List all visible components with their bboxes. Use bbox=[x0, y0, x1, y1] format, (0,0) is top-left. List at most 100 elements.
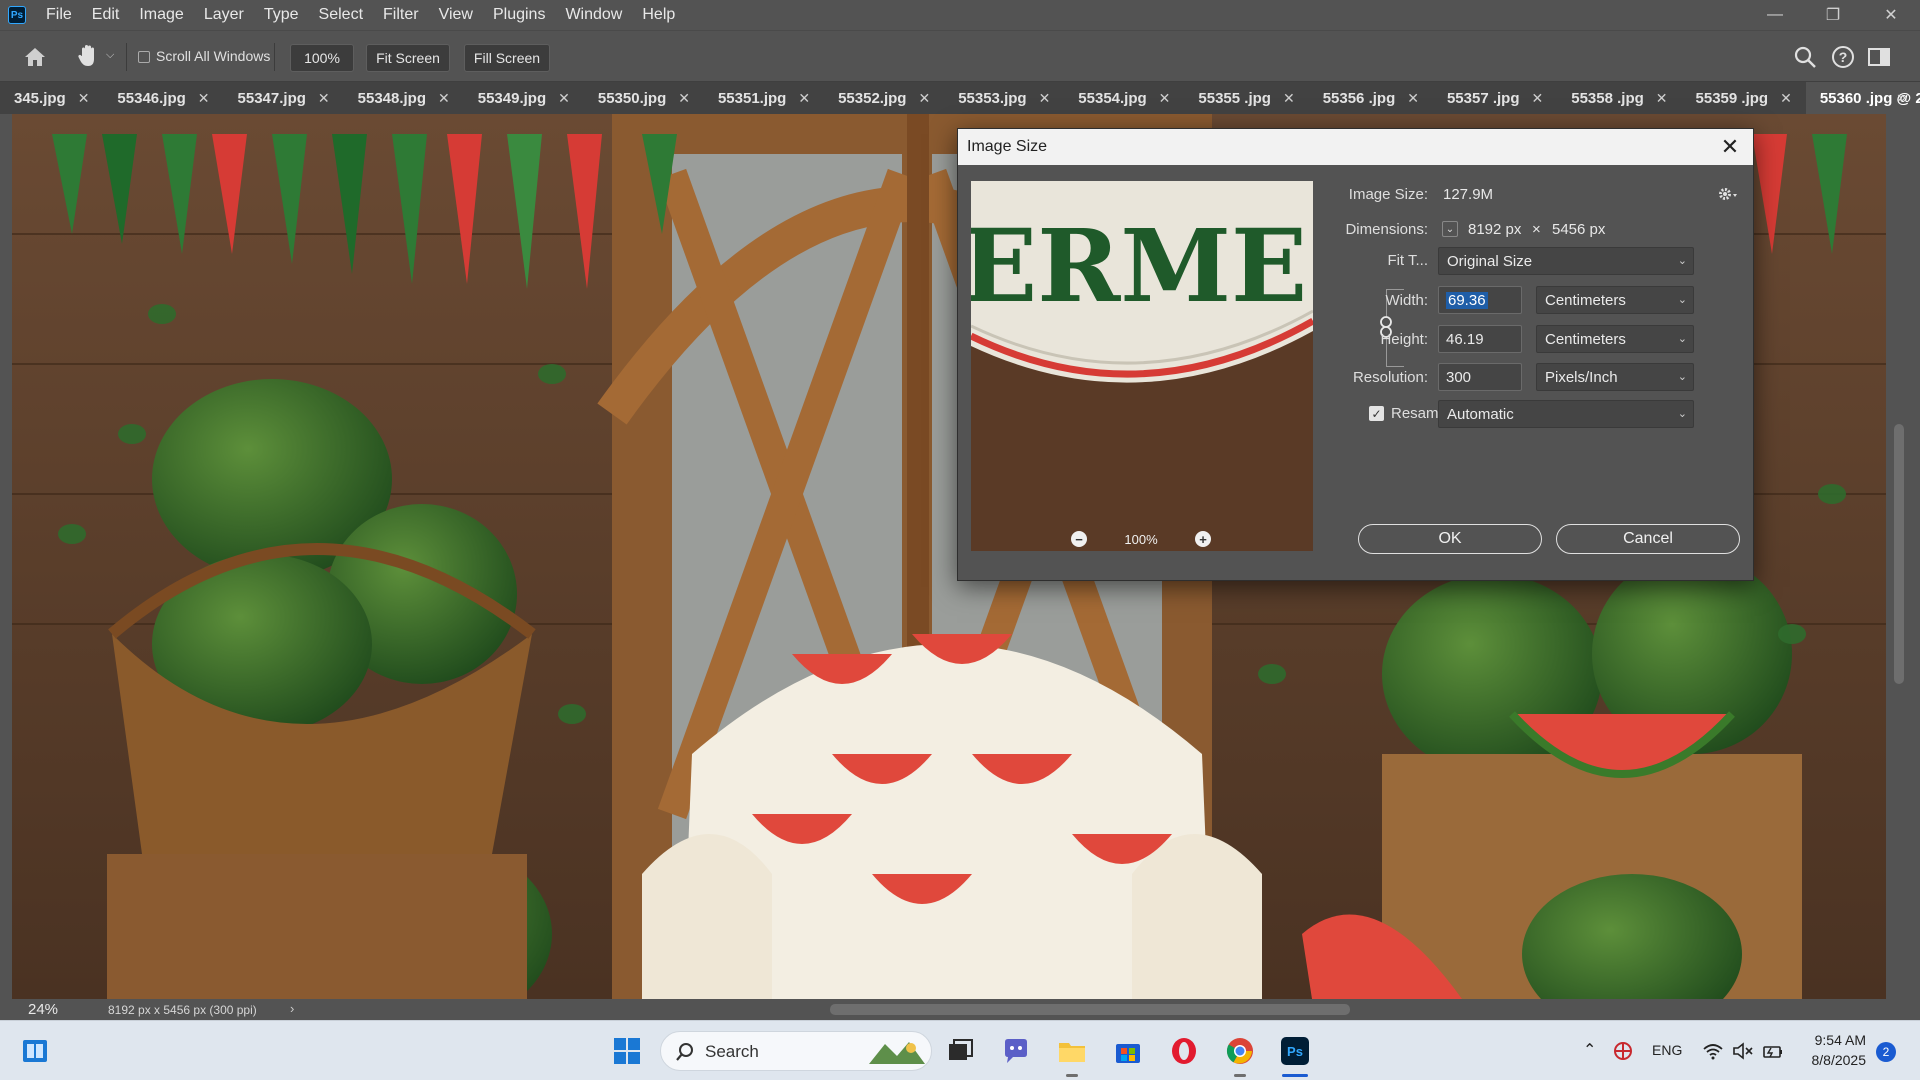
menu-plugins[interactable]: Plugins bbox=[483, 0, 555, 30]
close-tab-icon[interactable]: ✕ bbox=[558, 90, 570, 107]
tab-document[interactable]: 55354.jpg ✕ bbox=[1064, 82, 1184, 114]
tab-document[interactable]: 55359 .jpg ✕ bbox=[1682, 82, 1806, 114]
workspace-icon[interactable] bbox=[1866, 44, 1892, 70]
tab-document[interactable]: 55349.jpg ✕ bbox=[464, 82, 584, 114]
close-tab-icon[interactable]: ✕ bbox=[1656, 90, 1668, 107]
tab-document[interactable]: 55353.jpg ✕ bbox=[944, 82, 1064, 114]
teams-chat-icon[interactable] bbox=[1001, 1036, 1031, 1066]
hand-tool-icon[interactable] bbox=[74, 42, 102, 70]
tab-document[interactable]: 55350.jpg ✕ bbox=[584, 82, 704, 114]
tab-document[interactable]: 345.jpg ✕ bbox=[0, 82, 103, 114]
menu-window[interactable]: Window bbox=[555, 0, 632, 30]
width-input[interactable]: 69.36 bbox=[1438, 286, 1522, 314]
document-info: 8192 px x 5456 px (300 ppi) bbox=[108, 1003, 257, 1017]
menu-filter[interactable]: Filter bbox=[373, 0, 429, 30]
tab-document[interactable]: 55347.jpg ✕ bbox=[224, 82, 344, 114]
microsoft-store-icon[interactable] bbox=[1113, 1036, 1143, 1066]
menu-image[interactable]: Image bbox=[129, 0, 193, 30]
resample-checkbox[interactable]: ✓ bbox=[1369, 406, 1384, 421]
zoom-in-icon[interactable]: + bbox=[1195, 531, 1211, 547]
close-tab-icon[interactable]: ✕ bbox=[918, 90, 930, 107]
menu-layer[interactable]: Layer bbox=[194, 0, 254, 30]
close-tab-icon[interactable]: ✕ bbox=[1780, 90, 1792, 107]
gear-icon[interactable] bbox=[1718, 186, 1738, 202]
search-icon[interactable] bbox=[1792, 44, 1818, 70]
photoshop-app-icon[interactable]: Ps bbox=[1280, 1036, 1310, 1066]
file-explorer-icon[interactable] bbox=[1057, 1036, 1087, 1066]
menu-type[interactable]: Type bbox=[254, 0, 309, 30]
resolution-input[interactable]: 300 bbox=[1438, 363, 1522, 391]
security-tray-icon[interactable] bbox=[1613, 1041, 1633, 1061]
fit-to-select[interactable]: Original Size ⌄ bbox=[1438, 247, 1694, 275]
menu-help[interactable]: Help bbox=[632, 0, 685, 30]
close-tab-icon[interactable]: ✕ bbox=[798, 90, 810, 107]
home-icon[interactable] bbox=[22, 44, 48, 70]
battery-charging-icon[interactable] bbox=[1762, 1041, 1784, 1061]
vertical-scrollbar[interactable] bbox=[1886, 114, 1920, 999]
help-icon[interactable]: ? bbox=[1830, 44, 1856, 70]
dialog-title-bar: Image Size ✕ bbox=[958, 129, 1753, 165]
resample-select[interactable]: Automatic ⌄ bbox=[1438, 400, 1694, 428]
close-icon[interactable]: ✕ bbox=[1717, 134, 1743, 160]
resolution-unit-select[interactable]: Pixels/Inch ⌄ bbox=[1536, 363, 1694, 391]
zoom-100-button[interactable]: 100% bbox=[290, 44, 354, 72]
zoom-out-icon[interactable]: − bbox=[1071, 531, 1087, 547]
close-tab-icon[interactable]: ✕ bbox=[78, 90, 90, 107]
tab-document[interactable]: 55348.jpg ✕ bbox=[344, 82, 464, 114]
fill-screen-button[interactable]: Fill Screen bbox=[464, 44, 550, 72]
chevron-right-icon[interactable]: › bbox=[290, 1001, 294, 1016]
scrollbar-thumb[interactable] bbox=[830, 1004, 1350, 1015]
height-input[interactable]: 46.19 bbox=[1438, 325, 1522, 353]
width-unit-select[interactable]: Centimeters ⌄ bbox=[1536, 286, 1694, 314]
menu-edit[interactable]: Edit bbox=[82, 0, 130, 30]
wifi-icon[interactable] bbox=[1702, 1041, 1724, 1061]
status-zoom[interactable]: 24% bbox=[28, 1001, 58, 1018]
close-tab-icon[interactable]: ✕ bbox=[198, 90, 210, 107]
opera-icon[interactable] bbox=[1169, 1036, 1199, 1066]
horizontal-scrollbar[interactable] bbox=[310, 1004, 1870, 1015]
close-tab-icon[interactable]: ✕ bbox=[1532, 90, 1544, 107]
dialog-title: Image Size bbox=[967, 138, 1048, 155]
tab-document[interactable]: 55351.jpg ✕ bbox=[704, 82, 824, 114]
notification-badge[interactable]: 2 bbox=[1876, 1042, 1896, 1062]
close-tab-icon[interactable]: ✕ bbox=[1039, 90, 1051, 107]
fit-screen-button[interactable]: Fit Screen bbox=[366, 44, 450, 72]
close-tab-icon[interactable]: ✕ bbox=[318, 90, 330, 107]
windows-start-icon[interactable] bbox=[612, 1036, 642, 1066]
language-indicator[interactable]: ENG bbox=[1652, 1042, 1682, 1058]
tab-document[interactable]: 55352.jpg ✕ bbox=[824, 82, 944, 114]
volume-muted-icon[interactable] bbox=[1732, 1041, 1754, 1061]
tab-document[interactable]: 55358 .jpg ✕ bbox=[1557, 82, 1681, 114]
height-unit-select[interactable]: Centimeters ⌄ bbox=[1536, 325, 1694, 353]
tab-document[interactable]: 55346.jpg ✕ bbox=[103, 82, 223, 114]
tab-document[interactable]: 55357 .jpg ✕ bbox=[1433, 82, 1557, 114]
menu-file[interactable]: File bbox=[36, 0, 82, 30]
task-view-icon[interactable] bbox=[945, 1036, 975, 1066]
tab-document[interactable]: 55356 .jpg ✕ bbox=[1309, 82, 1433, 114]
chevron-up-icon[interactable]: ⌃ bbox=[1583, 1040, 1596, 1060]
menu-view[interactable]: View bbox=[429, 0, 483, 30]
minimize-icon[interactable]: — bbox=[1746, 0, 1804, 30]
clock-date[interactable]: 8/8/2025 bbox=[1800, 1052, 1867, 1068]
widgets-icon[interactable] bbox=[20, 1036, 50, 1066]
restore-icon[interactable]: ❐ bbox=[1804, 0, 1862, 30]
chevron-down-icon[interactable]: ⌄ bbox=[1442, 221, 1458, 237]
clock-time[interactable]: 9:54 AM bbox=[1806, 1032, 1866, 1048]
image-preview[interactable]: ERME − 100% + bbox=[971, 181, 1313, 551]
chrome-icon[interactable] bbox=[1225, 1036, 1255, 1066]
cancel-button[interactable]: Cancel bbox=[1556, 524, 1740, 554]
close-tab-icon[interactable]: ✕ bbox=[678, 90, 690, 107]
close-tab-icon[interactable]: ✕ bbox=[1407, 90, 1419, 107]
close-tab-icon[interactable]: ✕ bbox=[1159, 90, 1171, 107]
close-tab-icon[interactable]: ✕ bbox=[1283, 90, 1295, 107]
taskbar-search[interactable]: Search bbox=[660, 1031, 932, 1071]
close-window-icon[interactable]: ✕ bbox=[1862, 0, 1920, 30]
scrollbar-thumb[interactable] bbox=[1894, 424, 1904, 684]
ok-button[interactable]: OK bbox=[1358, 524, 1542, 554]
scroll-all-windows-checkbox[interactable] bbox=[138, 51, 150, 63]
chevron-down-icon[interactable]: ⌵ bbox=[106, 49, 114, 62]
menu-select[interactable]: Select bbox=[309, 0, 373, 30]
tab-document[interactable]: 55355 .jpg ✕ bbox=[1184, 82, 1308, 114]
close-tab-icon[interactable]: ✕ bbox=[438, 90, 450, 107]
more-tabs-icon[interactable]: » bbox=[1897, 89, 1906, 107]
